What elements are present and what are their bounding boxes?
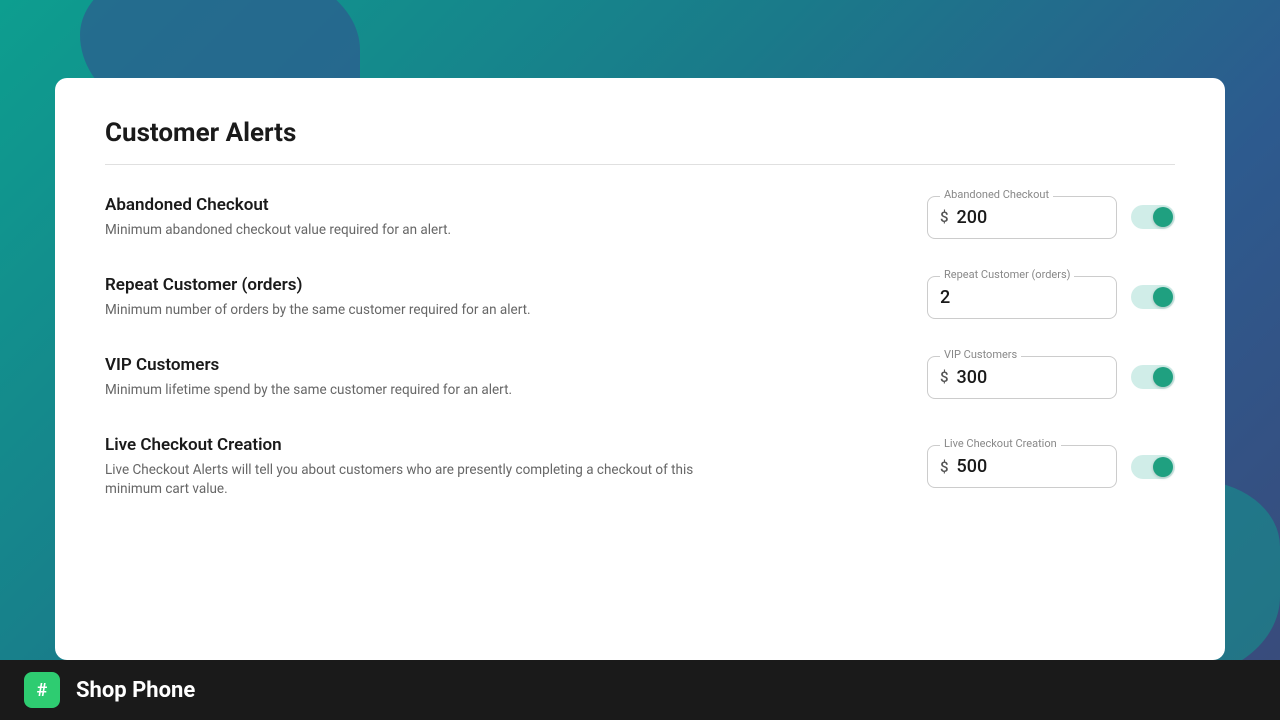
alert-toggle-repeat-customer[interactable] bbox=[1131, 285, 1175, 309]
alert-input-box-vip-customers[interactable]: VIP Customers$300 bbox=[927, 356, 1117, 399]
alert-input-label-repeat-customer: Repeat Customer (orders) bbox=[940, 268, 1074, 281]
alert-input-label-live-checkout: Live Checkout Creation bbox=[940, 437, 1061, 450]
alert-row-repeat-customer: Repeat Customer (orders) Minimum number o… bbox=[105, 275, 1175, 320]
alert-control-repeat-customer: Repeat Customer (orders)2 bbox=[927, 276, 1175, 319]
alert-row-abandoned-checkout: Abandoned Checkout Minimum abandoned chec… bbox=[105, 195, 1175, 240]
currency-symbol-abandoned-checkout: $ bbox=[940, 208, 949, 226]
brand-icon: # bbox=[24, 672, 60, 708]
alert-row-vip-customers: VIP Customers Minimum lifetime spend by t… bbox=[105, 355, 1175, 400]
alert-input-box-abandoned-checkout[interactable]: Abandoned Checkout$200 bbox=[927, 196, 1117, 239]
title-divider bbox=[105, 164, 1175, 165]
alert-value-row-abandoned-checkout: $200 bbox=[940, 207, 1100, 228]
alert-input-label-vip-customers: VIP Customers bbox=[940, 348, 1021, 361]
alert-title-vip-customers: VIP Customers bbox=[105, 355, 927, 375]
alert-info-vip-customers: VIP Customers Minimum lifetime spend by t… bbox=[105, 355, 927, 400]
alert-title-repeat-customer: Repeat Customer (orders) bbox=[105, 275, 927, 295]
alert-desc-vip-customers: Minimum lifetime spend by the same custo… bbox=[105, 381, 705, 400]
alert-value-live-checkout: 500 bbox=[957, 456, 988, 477]
alert-input-box-repeat-customer[interactable]: Repeat Customer (orders)2 bbox=[927, 276, 1117, 319]
page-title: Customer Alerts bbox=[105, 118, 1175, 148]
alert-info-abandoned-checkout: Abandoned Checkout Minimum abandoned chec… bbox=[105, 195, 927, 240]
bottom-bar: # Shop Phone bbox=[0, 660, 1280, 720]
brand-name: Shop Phone bbox=[76, 678, 195, 703]
alerts-container: Abandoned Checkout Minimum abandoned chec… bbox=[105, 195, 1175, 498]
alert-info-repeat-customer: Repeat Customer (orders) Minimum number o… bbox=[105, 275, 927, 320]
alert-value-row-repeat-customer: 2 bbox=[940, 287, 1100, 308]
main-card: Customer Alerts Abandoned Checkout Minimu… bbox=[55, 78, 1225, 660]
alert-row-live-checkout: Live Checkout Creation Live Checkout Aler… bbox=[105, 435, 1175, 499]
alert-desc-repeat-customer: Minimum number of orders by the same cus… bbox=[105, 301, 705, 320]
alert-value-row-vip-customers: $300 bbox=[940, 367, 1100, 388]
alert-value-vip-customers: 300 bbox=[957, 367, 988, 388]
alert-control-vip-customers: VIP Customers$300 bbox=[927, 356, 1175, 399]
alert-desc-abandoned-checkout: Minimum abandoned checkout value require… bbox=[105, 221, 705, 240]
alert-input-label-abandoned-checkout: Abandoned Checkout bbox=[940, 188, 1053, 201]
alert-control-abandoned-checkout: Abandoned Checkout$200 bbox=[927, 196, 1175, 239]
alert-value-abandoned-checkout: 200 bbox=[957, 207, 988, 228]
alert-title-live-checkout: Live Checkout Creation bbox=[105, 435, 927, 455]
currency-symbol-vip-customers: $ bbox=[940, 368, 949, 386]
alert-toggle-vip-customers[interactable] bbox=[1131, 365, 1175, 389]
alert-desc-live-checkout: Live Checkout Alerts will tell you about… bbox=[105, 461, 705, 499]
alert-value-row-live-checkout: $500 bbox=[940, 456, 1100, 477]
alert-info-live-checkout: Live Checkout Creation Live Checkout Aler… bbox=[105, 435, 927, 499]
alert-control-live-checkout: Live Checkout Creation$500 bbox=[927, 445, 1175, 488]
currency-symbol-live-checkout: $ bbox=[940, 458, 949, 476]
alert-toggle-live-checkout[interactable] bbox=[1131, 455, 1175, 479]
alert-value-repeat-customer: 2 bbox=[940, 287, 950, 308]
alert-toggle-abandoned-checkout[interactable] bbox=[1131, 205, 1175, 229]
alert-input-box-live-checkout[interactable]: Live Checkout Creation$500 bbox=[927, 445, 1117, 488]
alert-title-abandoned-checkout: Abandoned Checkout bbox=[105, 195, 927, 215]
